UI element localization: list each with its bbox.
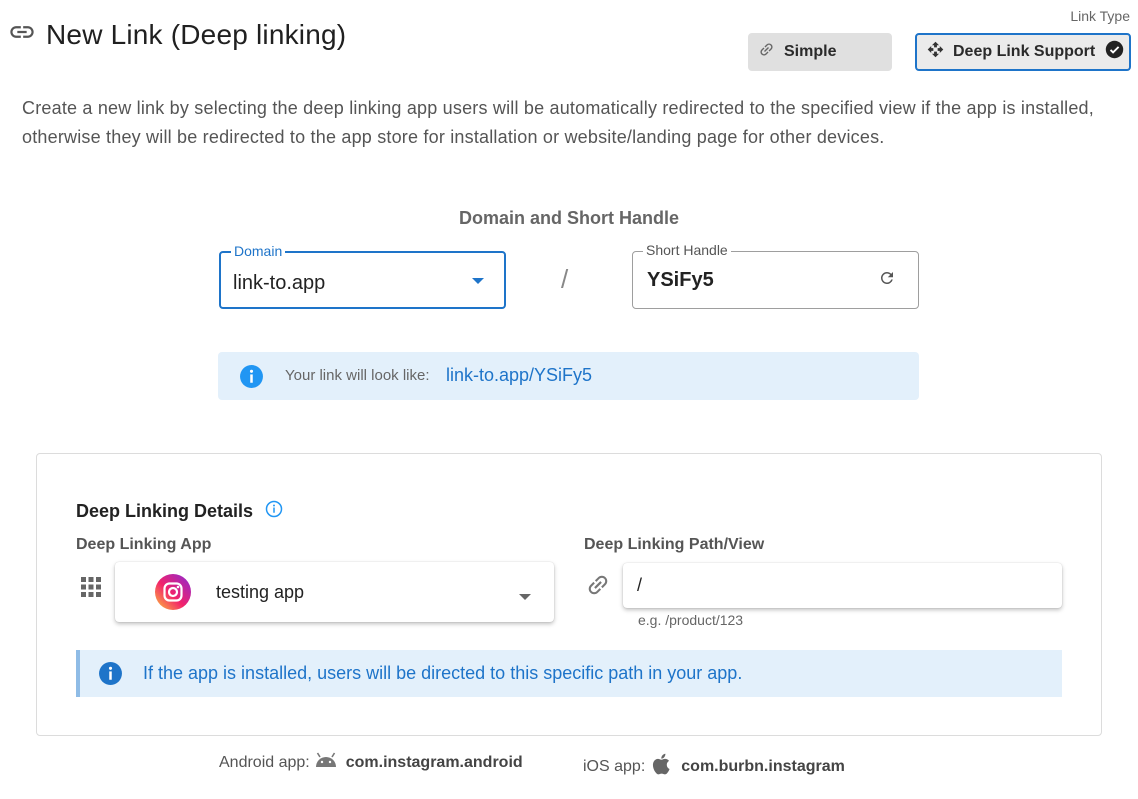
- domain-value: link-to.app: [233, 272, 326, 294]
- android-app-label: Android app:: [219, 753, 310, 771]
- deep-linking-path-input[interactable]: /: [623, 563, 1062, 608]
- link-icon: [758, 41, 775, 63]
- check-circle-icon: [1105, 40, 1124, 64]
- ios-app-label: iOS app:: [583, 757, 646, 775]
- deep-linking-app-value: testing app: [216, 582, 305, 602]
- domain-select[interactable]: Domain link-to.app: [219, 243, 506, 309]
- link-icon: [585, 572, 611, 603]
- android-icon: [314, 752, 338, 773]
- link-type-simple-button[interactable]: Simple: [748, 33, 892, 71]
- link-preview-banner: Your link will look like: link-to.app/YS…: [218, 352, 919, 400]
- ios-app-info: iOS app: com.burbn.instagram: [583, 752, 845, 781]
- caret-down-icon: [471, 273, 485, 291]
- page-header: New Link (Deep linking): [8, 18, 346, 51]
- deep-linking-app-select[interactable]: testing app: [115, 562, 554, 622]
- deep-linking-card: Deep Linking Details Deep Linking App De…: [36, 453, 1102, 736]
- page-title: New Link (Deep linking): [46, 18, 347, 50]
- instagram-icon: [154, 573, 192, 616]
- info-outline-icon[interactable]: [265, 500, 283, 523]
- deep-linking-app-label: Deep Linking App: [76, 536, 212, 553]
- apple-icon: [651, 752, 673, 781]
- ios-package: com.burbn.instagram: [681, 757, 845, 775]
- grid-dots-icon: [80, 576, 102, 603]
- link-type-label: Link Type: [1070, 8, 1130, 24]
- deep-linking-info-message: If the app is installed, users will be d…: [143, 663, 743, 683]
- android-app-info: Android app: com.instagram.android: [219, 752, 523, 773]
- domain-label: Domain: [231, 243, 286, 259]
- short-handle-field[interactable]: Short Handle YSiFy5: [632, 242, 919, 309]
- deep-linking-title: Deep Linking Details: [76, 501, 254, 521]
- domain-separator: /: [561, 264, 569, 294]
- refresh-icon[interactable]: [878, 269, 896, 292]
- domain-section-title: Domain and Short Handle: [458, 208, 680, 228]
- deep-linking-path-hint: e.g. /product/123: [638, 612, 744, 628]
- android-package: com.instagram.android: [345, 753, 523, 771]
- short-handle-label: Short Handle: [643, 242, 731, 258]
- info-icon: [239, 364, 264, 394]
- link-type-deep-link-button[interactable]: Deep Link Support: [915, 33, 1131, 71]
- deep-linking-path-value: /: [637, 575, 643, 595]
- move-arrows-icon: [927, 41, 944, 63]
- deep-linking-title-row: Deep Linking Details: [76, 500, 283, 523]
- link-preview-message: Your link will look like:: [285, 367, 430, 384]
- deep-linking-path-label: Deep Linking Path/View: [584, 536, 765, 553]
- page-description: Create a new link by selecting the deep …: [22, 98, 1094, 147]
- deep-linking-info-banner: If the app is installed, users will be d…: [76, 650, 1062, 697]
- caret-down-icon: [519, 588, 531, 606]
- link-type-deep-link-label: Deep Link Support: [953, 43, 1096, 60]
- short-handle-value: YSiFy5: [647, 269, 714, 291]
- link-icon: [8, 18, 36, 51]
- link-preview-url[interactable]: link-to.app/YSiFy5: [446, 365, 592, 386]
- info-icon: [98, 661, 123, 691]
- link-type-simple-label: Simple: [784, 43, 837, 60]
